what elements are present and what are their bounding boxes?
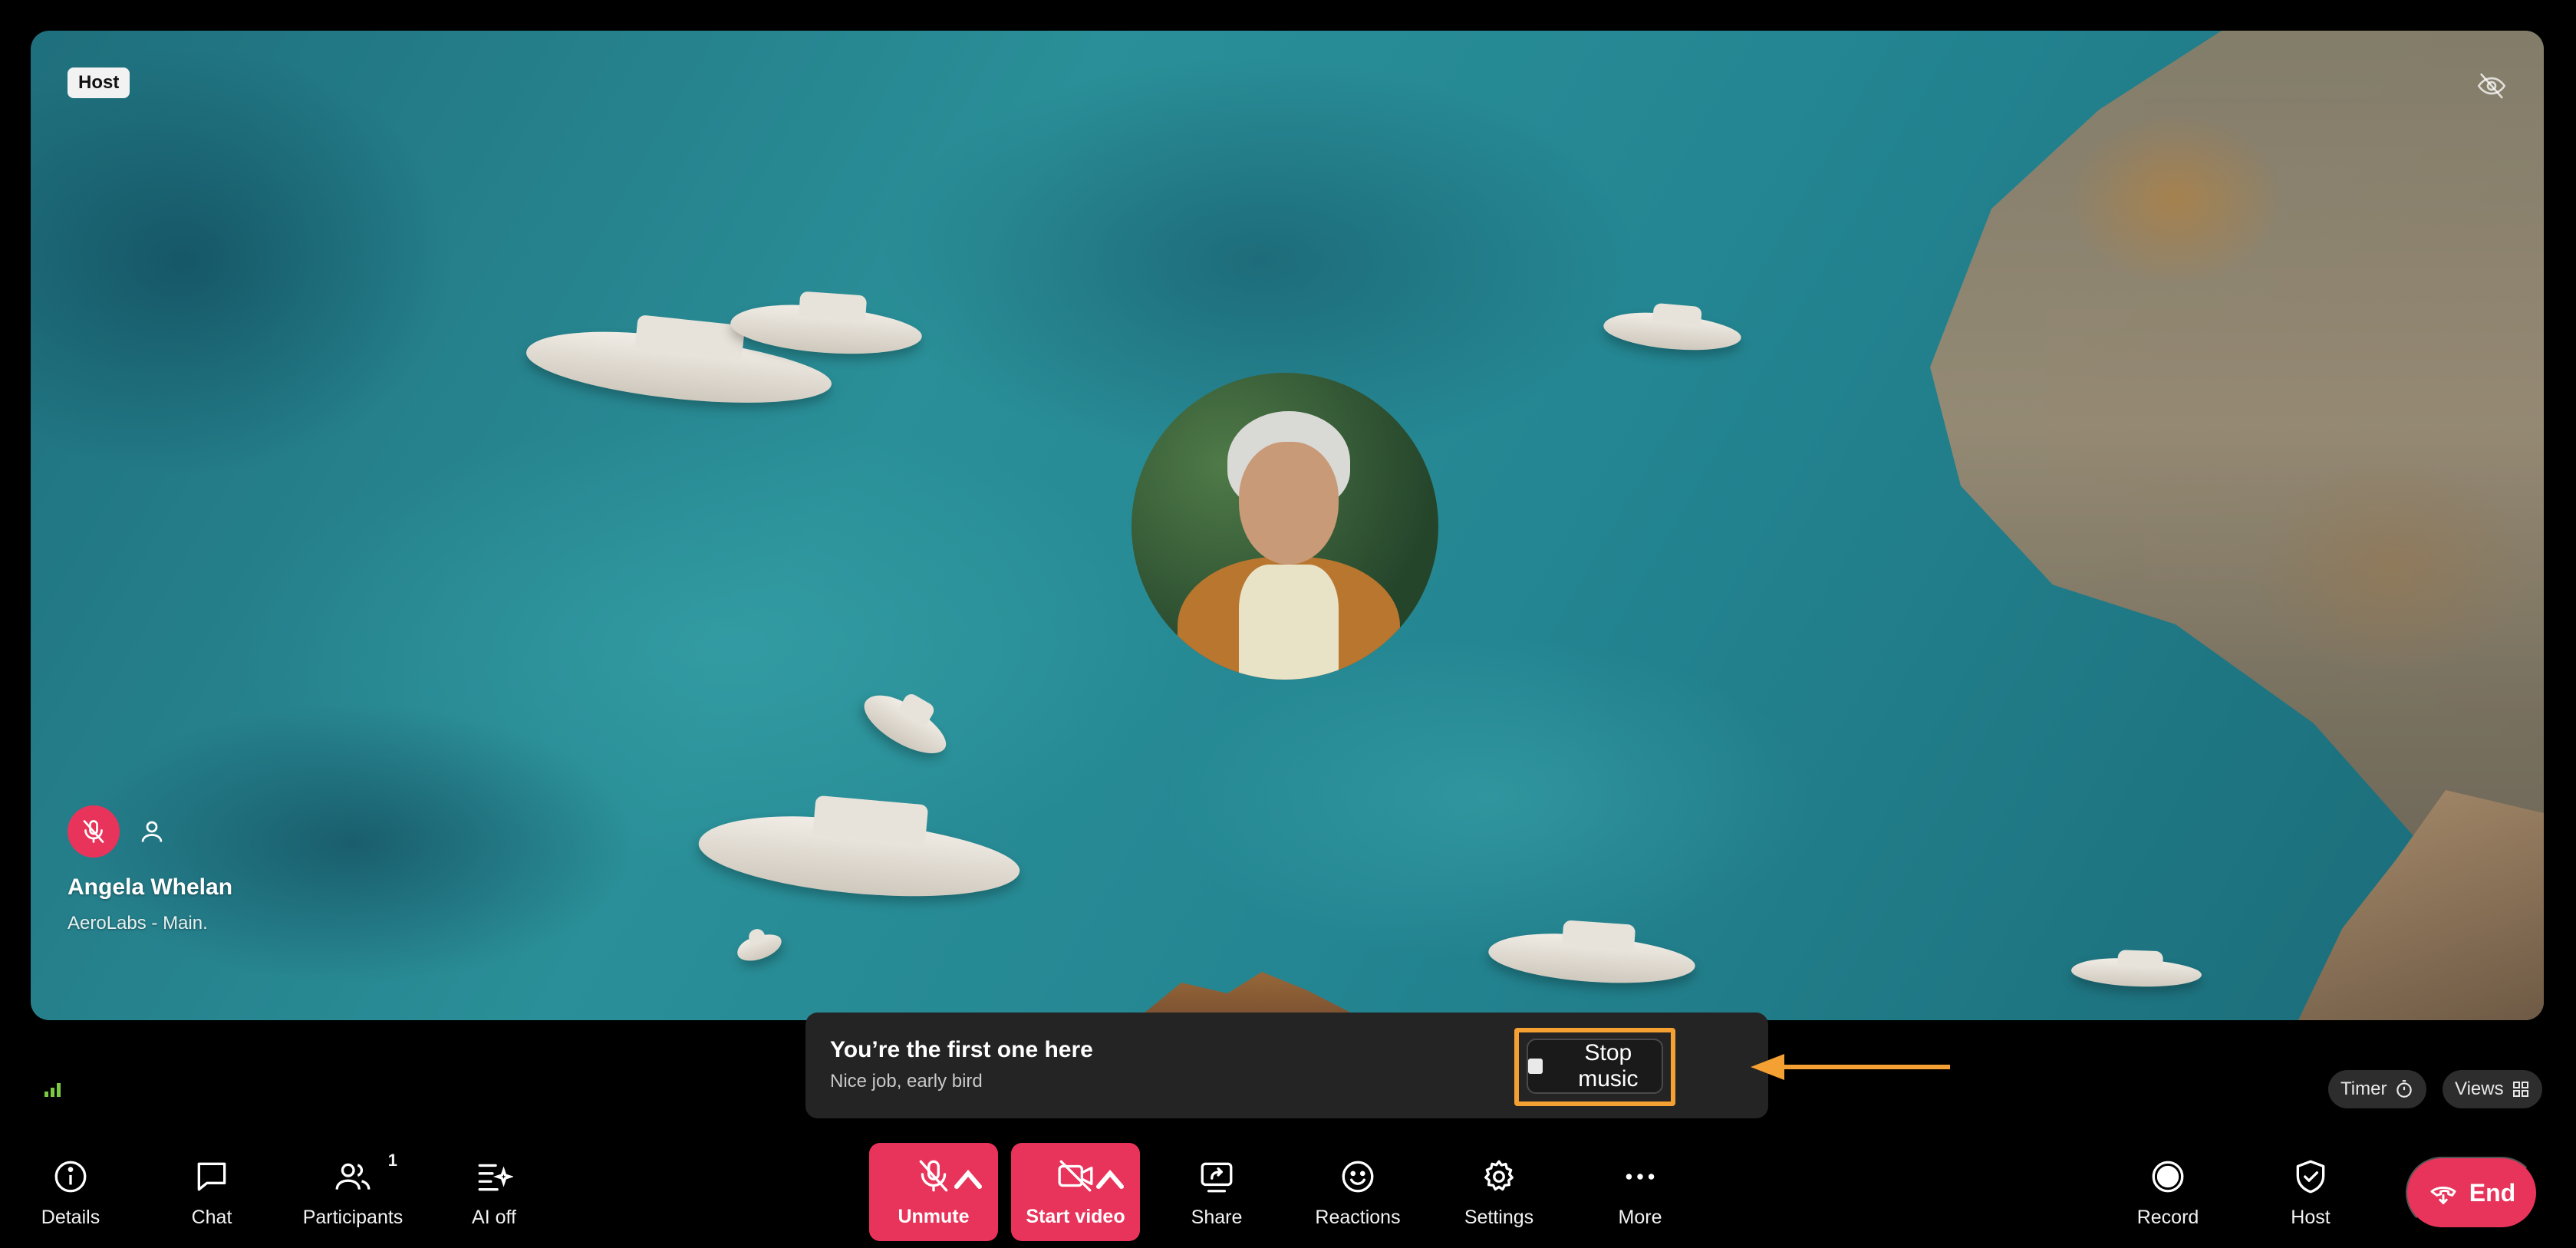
unmute-label: Unmute xyxy=(898,1205,970,1227)
background-boat xyxy=(1487,928,1697,990)
signal-icon[interactable] xyxy=(44,1080,66,1097)
record-icon xyxy=(2152,1161,2184,1192)
video-off-icon xyxy=(1058,1160,1093,1191)
reactions-label: Reactions xyxy=(1315,1206,1401,1228)
background-boat xyxy=(695,806,1023,908)
gear-icon xyxy=(1484,1160,1514,1190)
participants-button[interactable]: 1 Participants xyxy=(292,1144,414,1241)
share-label: Share xyxy=(1191,1206,1243,1228)
record-button[interactable]: Record xyxy=(2114,1144,2222,1241)
ai-toggle-button[interactable]: AI off xyxy=(440,1144,548,1241)
participants-label: Participants xyxy=(302,1206,404,1228)
avatar-face xyxy=(1239,442,1339,565)
arrow-left-icon xyxy=(1751,1054,1950,1080)
shield-check-icon xyxy=(2296,1160,2325,1193)
host-label: Host xyxy=(2291,1206,2331,1228)
host-controls-button[interactable]: Host xyxy=(2257,1144,2364,1241)
background-rock xyxy=(2298,790,2544,1020)
settings-button[interactable]: Settings xyxy=(1445,1144,1553,1241)
participants-count: 1 xyxy=(387,1151,397,1170)
ai-label: AI off xyxy=(472,1206,516,1228)
views-label: Views xyxy=(2455,1078,2504,1099)
chevron-up-icon[interactable] xyxy=(1091,1160,1129,1198)
grid-icon xyxy=(2512,1082,2528,1097)
background-boat xyxy=(729,300,924,360)
phone-hangup-icon xyxy=(2430,1186,2456,1204)
chevron-up-icon[interactable] xyxy=(949,1160,987,1198)
timer-label: Timer xyxy=(2340,1078,2387,1099)
toast-subtitle: Nice job, early bird xyxy=(830,1071,983,1092)
record-label: Record xyxy=(2136,1206,2199,1228)
views-button[interactable]: Views xyxy=(2443,1070,2542,1108)
mic-off-icon xyxy=(83,820,104,843)
ellipsis-icon xyxy=(1626,1173,1655,1180)
stop-music-label: Stop music xyxy=(1578,1040,1639,1092)
unmute-button[interactable]: Unmute xyxy=(869,1143,998,1241)
participant-muted-badge xyxy=(68,805,120,858)
background-boat xyxy=(2070,957,2202,989)
participant-name: Angela Whelan xyxy=(68,874,233,900)
video-stage: Host Angela Whelan AeroLabs - Main. xyxy=(31,31,2544,1020)
settings-label: Settings xyxy=(1464,1206,1534,1228)
participant-avatar xyxy=(1132,373,1438,680)
start-video-label: Start video xyxy=(1026,1205,1125,1227)
details-button[interactable]: Details xyxy=(17,1144,124,1241)
background-boat xyxy=(733,928,786,966)
share-screen-icon xyxy=(1201,1162,1233,1192)
eye-off-icon[interactable] xyxy=(2476,71,2507,101)
participant-location: AeroLabs - Main. xyxy=(68,913,208,934)
mic-off-icon xyxy=(919,1160,948,1191)
details-label: Details xyxy=(41,1206,100,1228)
background-boat xyxy=(855,685,955,765)
background-boat xyxy=(1602,308,1743,355)
reactions-button[interactable]: Reactions xyxy=(1296,1144,1419,1241)
chat-label: Chat xyxy=(191,1206,232,1228)
stop-icon xyxy=(1528,1059,1543,1074)
toast-title: You’re the first one here xyxy=(830,1037,1093,1062)
start-video-button[interactable]: Start video xyxy=(1011,1143,1140,1241)
smiley-icon xyxy=(1342,1161,1374,1192)
stop-music-button[interactable]: Stop music xyxy=(1527,1039,1663,1094)
avatar-shirt xyxy=(1239,565,1339,680)
first-one-here-toast: You’re the first one here Nice job, earl… xyxy=(805,1013,1768,1118)
more-button[interactable]: More xyxy=(1586,1144,1694,1241)
more-label: More xyxy=(1618,1206,1662,1228)
ai-sparkle-icon xyxy=(478,1164,513,1190)
chat-button[interactable]: Chat xyxy=(158,1144,265,1241)
end-label: End xyxy=(2469,1178,2516,1207)
share-button[interactable]: Share xyxy=(1163,1144,1270,1241)
timer-button[interactable]: Timer xyxy=(2328,1070,2427,1108)
chat-icon xyxy=(197,1162,226,1190)
participants-icon xyxy=(335,1163,371,1190)
end-call-button[interactable]: End xyxy=(2406,1157,2538,1229)
host-badge: Host xyxy=(68,68,130,98)
person-icon xyxy=(141,821,163,842)
info-icon xyxy=(54,1161,87,1192)
stopwatch-icon xyxy=(2396,1080,2413,1098)
